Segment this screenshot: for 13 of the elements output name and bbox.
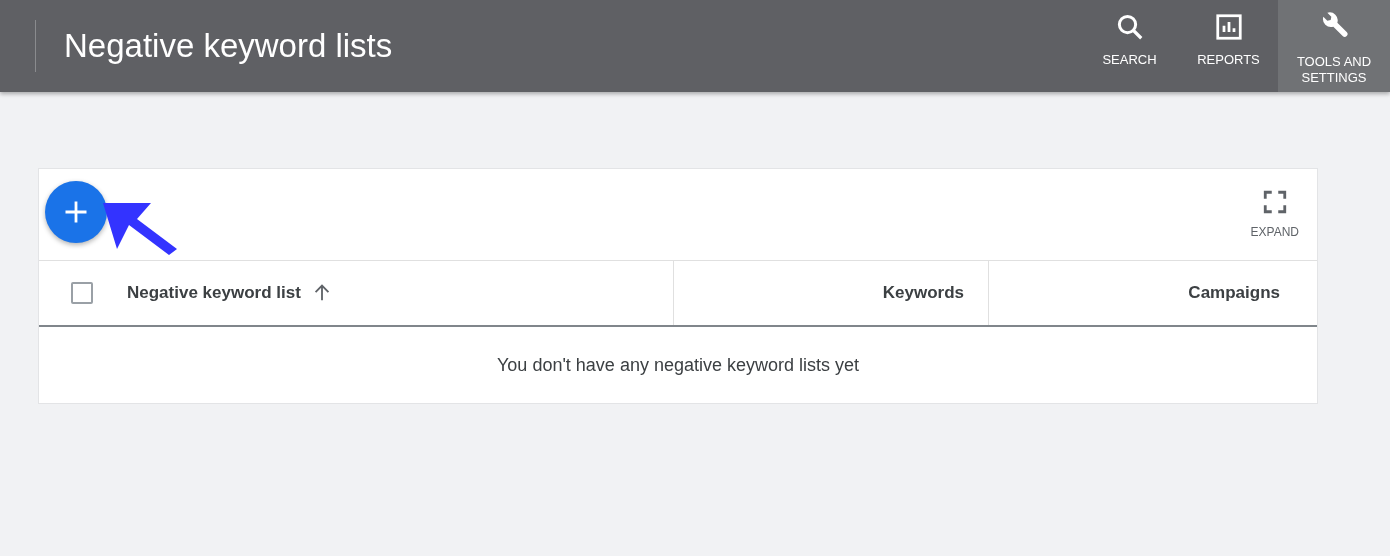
- column-header[interactable]: Keywords: [673, 261, 988, 325]
- column-header[interactable]: Campaigns: [988, 261, 1317, 325]
- nav-button[interactable]: SEARCH: [1080, 0, 1179, 92]
- add-button[interactable]: [45, 181, 107, 243]
- nav-button[interactable]: TOOLS AND SETTINGS: [1278, 0, 1390, 92]
- expand-button[interactable]: EXPAND: [1250, 189, 1299, 239]
- column-header[interactable]: Negative keyword list: [39, 261, 673, 325]
- empty-message: You don't have any negative keyword lists yet: [497, 354, 859, 376]
- expand-icon: [1261, 189, 1288, 215]
- bar-chart-icon: [1213, 12, 1244, 42]
- checkbox[interactable]: [71, 282, 93, 304]
- page-title: Negative keyword lists: [64, 27, 393, 65]
- nav-button[interactable]: REPORTS: [1179, 0, 1278, 92]
